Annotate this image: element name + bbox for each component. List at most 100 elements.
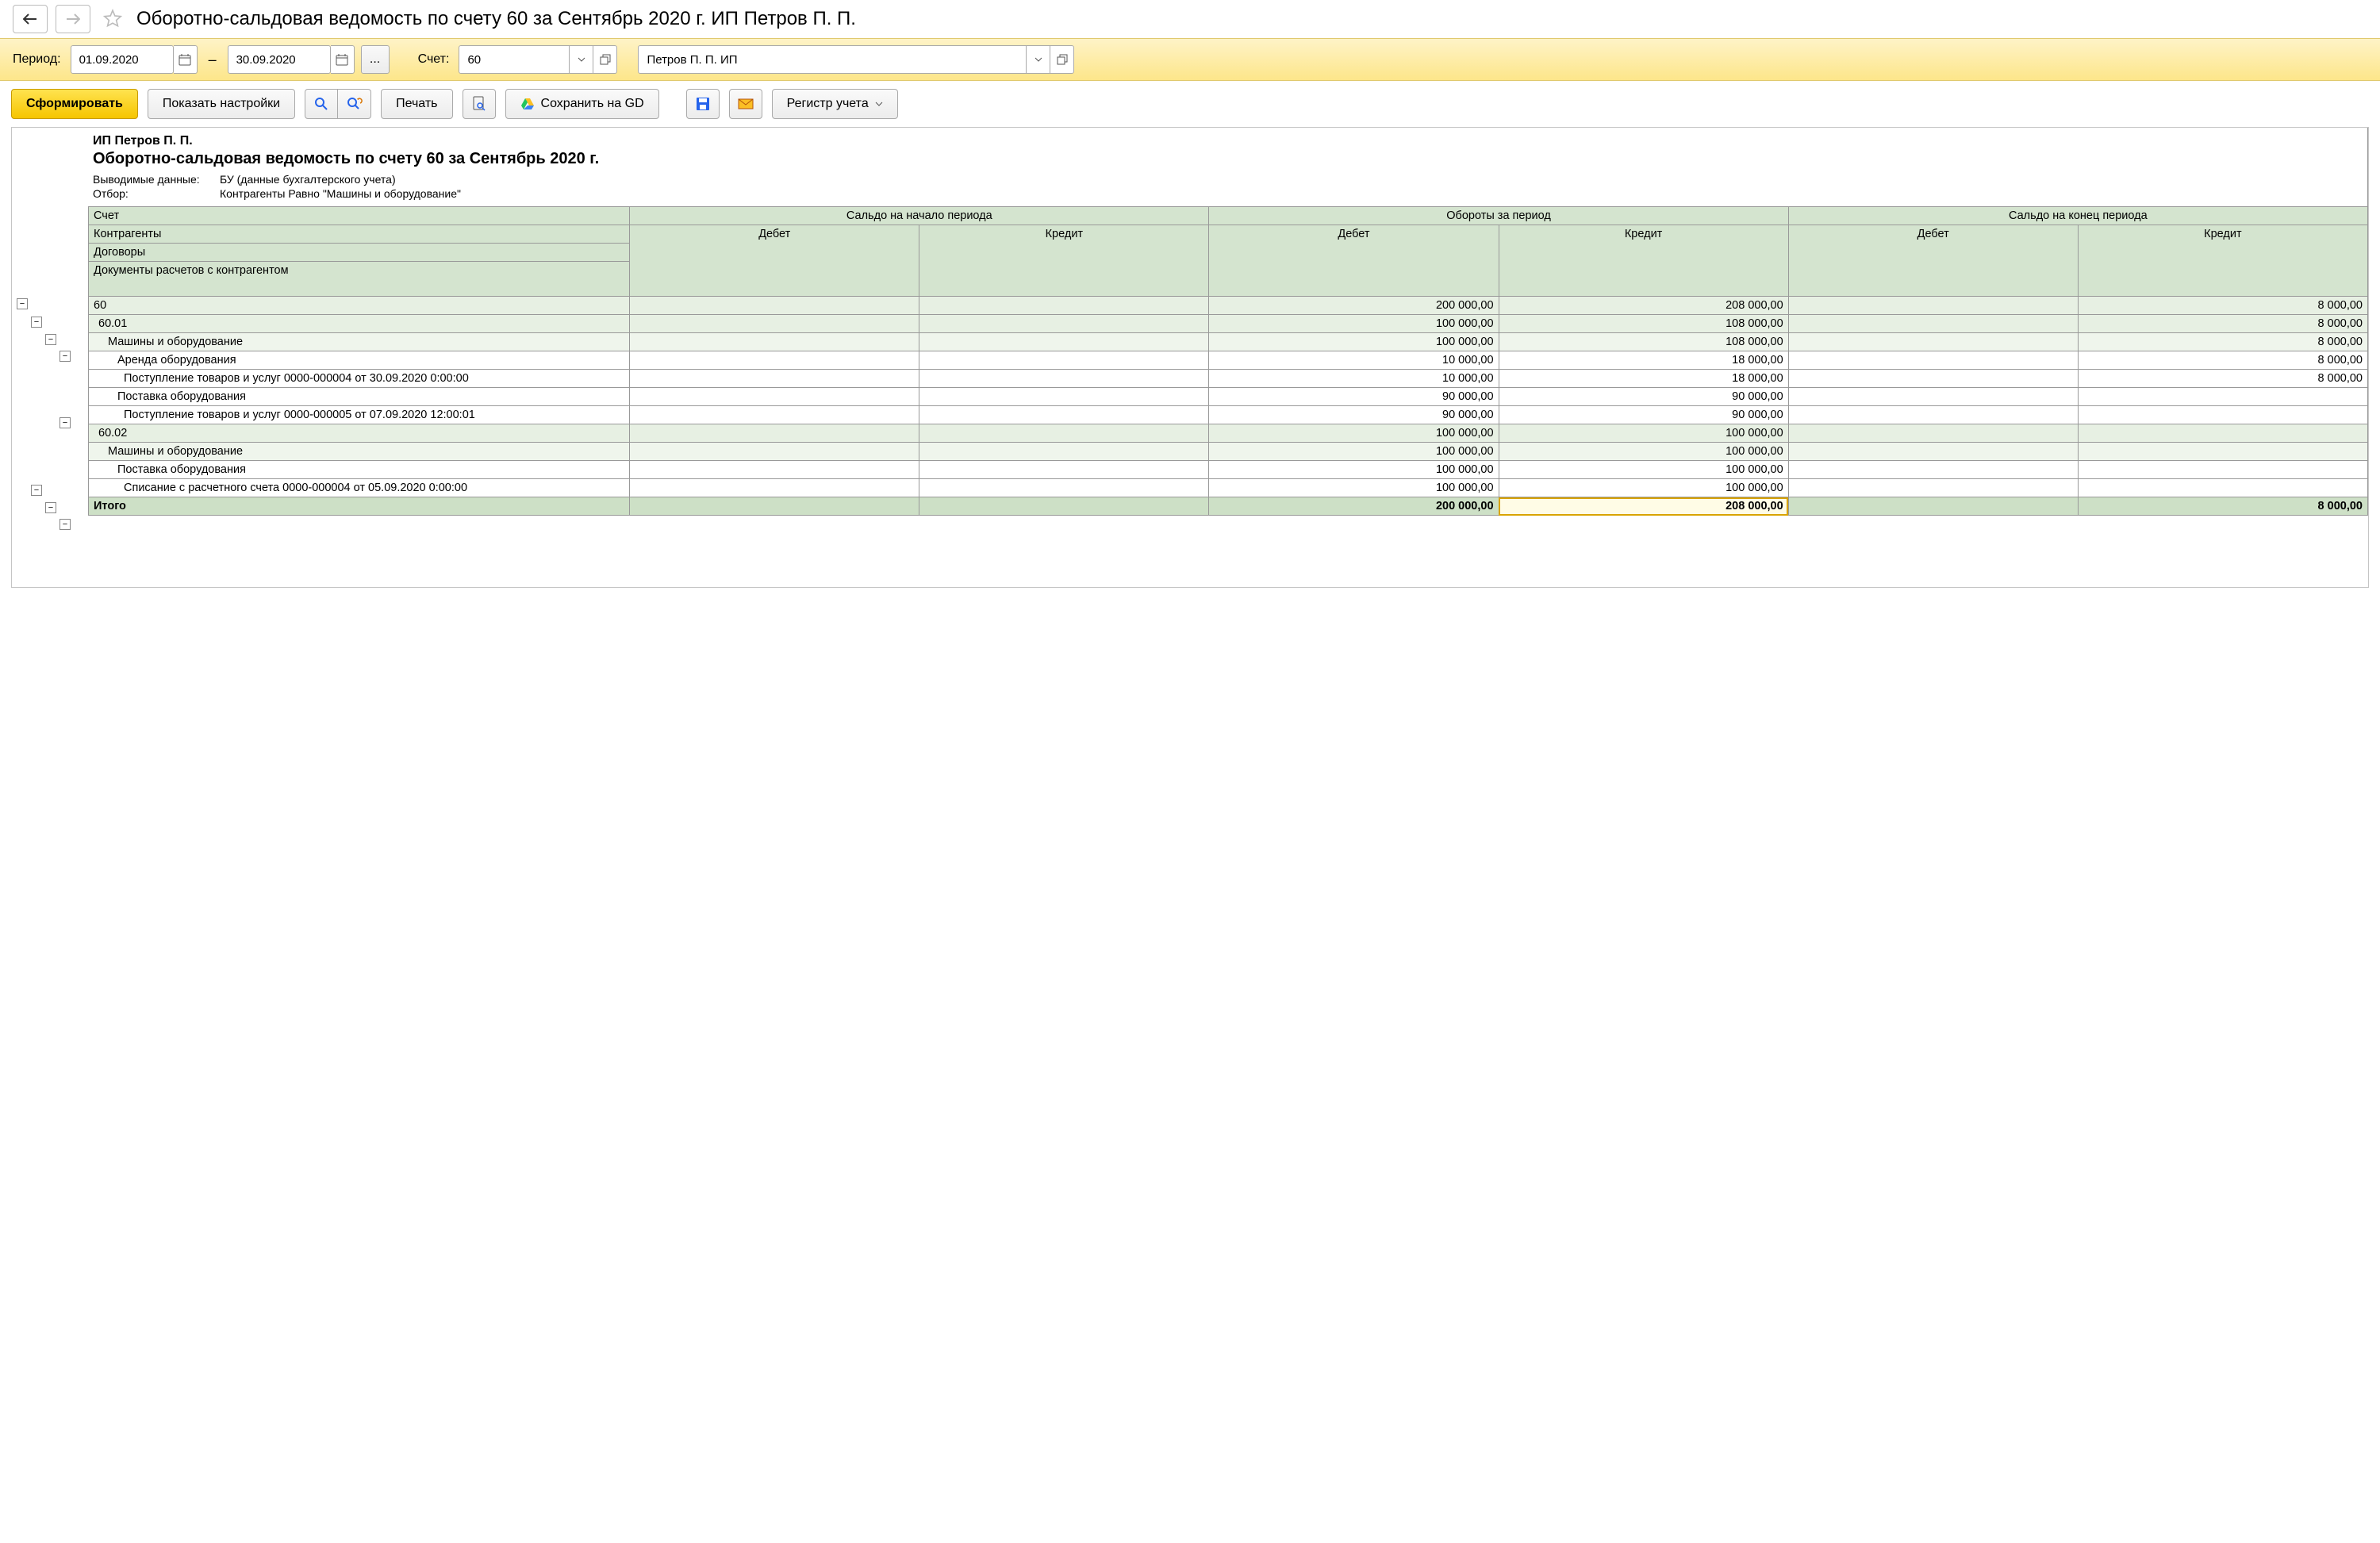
table-cell[interactable] <box>1788 461 2078 479</box>
table-cell[interactable]: Итого <box>89 497 630 516</box>
preview-button[interactable] <box>463 89 496 119</box>
table-cell[interactable]: Поступление товаров и услуг 0000-000005 … <box>89 406 630 424</box>
table-cell[interactable]: Поставка оборудования <box>89 461 630 479</box>
table-cell[interactable] <box>1788 370 2078 388</box>
table-cell[interactable]: Машины и оборудование <box>89 443 630 461</box>
table-cell[interactable]: 90 000,00 <box>1209 388 1499 406</box>
save-gd-button[interactable]: Сохранить на GD <box>505 89 659 119</box>
table-cell[interactable] <box>919 479 1209 497</box>
table-cell[interactable]: 8 000,00 <box>2078 333 2367 351</box>
tree-collapse-button[interactable] <box>60 519 71 530</box>
show-settings-button[interactable]: Показать настройки <box>148 89 295 119</box>
table-cell[interactable]: 100 000,00 <box>1209 443 1499 461</box>
table-cell[interactable] <box>2078 461 2367 479</box>
table-cell[interactable] <box>1788 315 2078 333</box>
date-from-input[interactable] <box>71 45 174 74</box>
table-cell[interactable] <box>630 333 919 351</box>
table-cell[interactable]: 100 000,00 <box>1209 424 1499 443</box>
table-cell[interactable]: 60 <box>89 297 630 315</box>
table-cell[interactable]: 60.01 <box>89 315 630 333</box>
tree-collapse-button[interactable] <box>60 417 71 428</box>
table-cell[interactable] <box>919 333 1209 351</box>
table-cell[interactable]: 8 000,00 <box>2078 351 2367 370</box>
table-cell[interactable]: Поступление товаров и услуг 0000-000004 … <box>89 370 630 388</box>
table-cell[interactable]: 90 000,00 <box>1499 388 1788 406</box>
email-button[interactable] <box>729 89 762 119</box>
table-cell[interactable]: 8 000,00 <box>2078 315 2367 333</box>
table-cell[interactable]: 100 000,00 <box>1209 461 1499 479</box>
tree-collapse-button[interactable] <box>17 298 28 309</box>
table-cell[interactable]: 200 000,00 <box>1209 297 1499 315</box>
table-cell[interactable] <box>630 370 919 388</box>
table-cell[interactable]: 90 000,00 <box>1209 406 1499 424</box>
table-cell[interactable]: Аренда оборудования <box>89 351 630 370</box>
table-cell[interactable] <box>630 443 919 461</box>
table-cell[interactable] <box>1788 351 2078 370</box>
table-cell[interactable]: 100 000,00 <box>1209 479 1499 497</box>
table-cell[interactable] <box>630 479 919 497</box>
table-cell[interactable]: 200 000,00 <box>1209 497 1499 516</box>
account-popup-button[interactable] <box>593 45 617 74</box>
table-cell[interactable]: 60.02 <box>89 424 630 443</box>
table-cell[interactable] <box>919 497 1209 516</box>
table-cell[interactable] <box>2078 479 2367 497</box>
table-cell[interactable] <box>630 406 919 424</box>
table-cell[interactable]: 208 000,00 <box>1499 497 1788 516</box>
table-cell[interactable] <box>919 315 1209 333</box>
table-cell[interactable] <box>630 315 919 333</box>
tree-collapse-button[interactable] <box>45 502 56 513</box>
table-cell[interactable] <box>630 297 919 315</box>
register-button[interactable]: Регистр учета <box>772 89 898 119</box>
table-cell[interactable]: 108 000,00 <box>1499 333 1788 351</box>
table-cell[interactable]: Поставка оборудования <box>89 388 630 406</box>
table-cell[interactable] <box>919 461 1209 479</box>
date-to-calendar-button[interactable] <box>331 45 355 74</box>
tree-collapse-button[interactable] <box>31 485 42 496</box>
table-cell[interactable] <box>919 406 1209 424</box>
table-cell[interactable] <box>919 388 1209 406</box>
table-cell[interactable]: 100 000,00 <box>1499 461 1788 479</box>
print-button[interactable]: Печать <box>381 89 452 119</box>
table-cell[interactable]: 100 000,00 <box>1499 443 1788 461</box>
table-cell[interactable] <box>919 370 1209 388</box>
tree-collapse-button[interactable] <box>60 351 71 362</box>
favorite-button[interactable] <box>98 5 127 33</box>
account-dropdown-button[interactable] <box>570 45 593 74</box>
tree-collapse-button[interactable] <box>31 317 42 328</box>
table-cell[interactable]: Списание с расчетного счета 0000-000004 … <box>89 479 630 497</box>
organization-input[interactable] <box>638 45 1027 74</box>
table-cell[interactable]: 8 000,00 <box>2078 297 2367 315</box>
table-cell[interactable] <box>630 351 919 370</box>
table-cell[interactable] <box>1788 297 2078 315</box>
table-cell[interactable] <box>1788 479 2078 497</box>
table-cell[interactable] <box>2078 388 2367 406</box>
table-cell[interactable]: 8 000,00 <box>2078 497 2367 516</box>
table-cell[interactable] <box>1788 406 2078 424</box>
back-button[interactable] <box>13 5 48 33</box>
organization-dropdown-button[interactable] <box>1027 45 1050 74</box>
table-cell[interactable] <box>919 297 1209 315</box>
table-cell[interactable]: 100 000,00 <box>1499 479 1788 497</box>
table-cell[interactable] <box>1788 443 2078 461</box>
table-cell[interactable]: 208 000,00 <box>1499 297 1788 315</box>
table-cell[interactable] <box>2078 443 2367 461</box>
search-clear-button[interactable] <box>338 89 371 119</box>
table-cell[interactable] <box>1788 424 2078 443</box>
table-cell[interactable] <box>1788 333 2078 351</box>
forward-button[interactable] <box>56 5 90 33</box>
date-to-input[interactable] <box>228 45 331 74</box>
account-input[interactable] <box>459 45 570 74</box>
table-cell[interactable] <box>1788 497 2078 516</box>
table-cell[interactable]: Машины и оборудование <box>89 333 630 351</box>
tree-collapse-button[interactable] <box>45 334 56 345</box>
table-cell[interactable]: 10 000,00 <box>1209 370 1499 388</box>
table-cell[interactable]: 10 000,00 <box>1209 351 1499 370</box>
search-button[interactable] <box>305 89 338 119</box>
table-cell[interactable]: 90 000,00 <box>1499 406 1788 424</box>
table-cell[interactable] <box>2078 424 2367 443</box>
table-cell[interactable] <box>1788 388 2078 406</box>
date-from-calendar-button[interactable] <box>174 45 198 74</box>
table-cell[interactable]: 100 000,00 <box>1209 333 1499 351</box>
table-cell[interactable]: 18 000,00 <box>1499 370 1788 388</box>
organization-popup-button[interactable] <box>1050 45 1074 74</box>
